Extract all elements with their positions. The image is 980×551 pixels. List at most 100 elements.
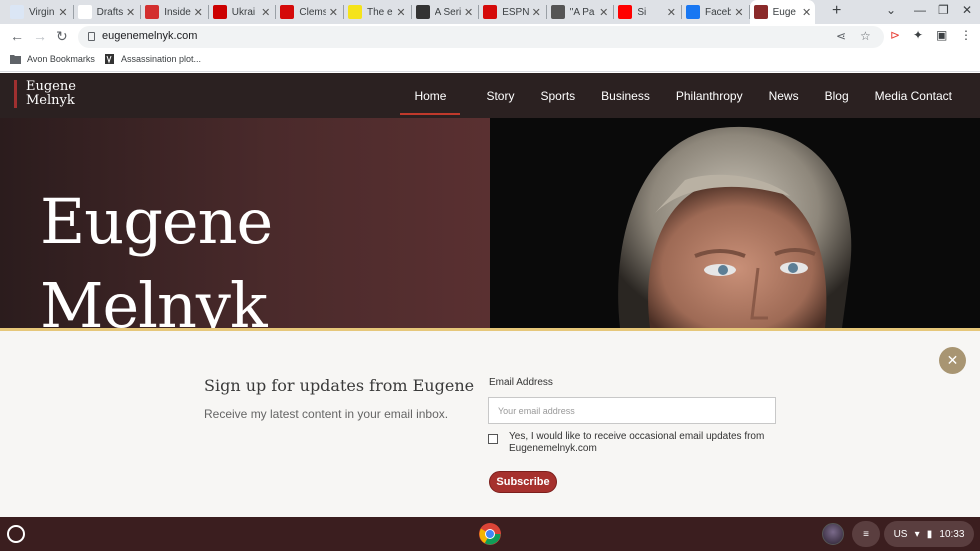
consent-label-line-2: Eugenemelnyk.com bbox=[509, 443, 597, 454]
browser-tab[interactable]: A Seri ✕ bbox=[412, 2, 478, 22]
tab-title: Euge bbox=[772, 6, 796, 18]
browser-tab[interactable]: Euge ✕ bbox=[749, 0, 816, 24]
close-tab-icon[interactable]: ✕ bbox=[802, 6, 811, 19]
url-text[interactable]: eugenemelnyk.com bbox=[102, 30, 197, 42]
tab-title: Virgin bbox=[29, 6, 55, 18]
browser-tab[interactable]: "A Pa ✕ bbox=[547, 2, 613, 22]
nav-sports[interactable]: Sports bbox=[540, 83, 575, 109]
tab-title: Drafts bbox=[96, 6, 123, 18]
e-logo-icon bbox=[753, 5, 768, 19]
nav-philanthropy[interactable]: Philanthropy bbox=[676, 83, 743, 109]
close-tab-icon[interactable]: ✕ bbox=[261, 6, 270, 19]
hero-title: Eugene Melnyk bbox=[40, 180, 273, 328]
back-icon[interactable]: ← bbox=[10, 28, 24, 44]
espn-icon bbox=[483, 5, 498, 19]
nav-media-contact[interactable]: Media Contact bbox=[875, 83, 952, 109]
forward-icon[interactable]: → bbox=[33, 28, 47, 44]
more-menu-icon[interactable]: ⋮ bbox=[960, 28, 972, 42]
tab-title: Faceb bbox=[705, 6, 732, 18]
bookmark-avon[interactable]: Avon Bookmarks bbox=[10, 54, 95, 64]
address-bar[interactable]: eugenemelnyk.com ⋖ ☆ bbox=[78, 26, 884, 48]
portrait-illustration bbox=[490, 118, 980, 328]
launcher-icon[interactable] bbox=[7, 525, 25, 543]
tab-title: "A Pa bbox=[569, 6, 595, 18]
user-avatar[interactable] bbox=[822, 523, 844, 545]
os-shelf: ≡ US ▾ ▮ 10:33 bbox=[0, 517, 980, 551]
close-tab-icon[interactable]: ✕ bbox=[532, 6, 541, 19]
close-icon: ✕ bbox=[946, 352, 959, 368]
reload-icon[interactable]: ↻ bbox=[56, 28, 68, 45]
close-tab-icon[interactable]: ✕ bbox=[667, 6, 676, 19]
new-tab-button[interactable]: + bbox=[832, 2, 841, 20]
hero-portrait-photo bbox=[490, 118, 980, 328]
browser-tab[interactable]: Clems ✕ bbox=[276, 2, 342, 22]
browser-tab[interactable]: Drafts ✕ bbox=[74, 2, 140, 22]
close-tab-icon[interactable]: ✕ bbox=[194, 6, 203, 19]
close-tab-icon[interactable]: ✕ bbox=[599, 6, 608, 19]
consent-label-line-1: Yes, I would like to receive occasional … bbox=[509, 431, 765, 442]
bookmark-star-icon[interactable]: ☆ bbox=[860, 29, 871, 43]
subscribe-button[interactable]: Subscribe bbox=[489, 471, 557, 493]
clock: 10:33 bbox=[939, 528, 965, 540]
main-nav: Home Story Sports Business Philanthropy News B… bbox=[374, 73, 952, 118]
clock-icon bbox=[550, 5, 565, 19]
lock-icon bbox=[88, 32, 95, 41]
share-icon[interactable]: ⋖ bbox=[836, 29, 846, 43]
browser-tab[interactable]: Inside ✕ bbox=[141, 2, 207, 22]
news-icon bbox=[145, 5, 160, 19]
browser-tab[interactable]: Virgin ✕ bbox=[6, 2, 72, 22]
browser-tab[interactable]: The e ✕ bbox=[344, 2, 410, 22]
tote-icon[interactable]: ≡ bbox=[852, 521, 880, 547]
v-icon bbox=[348, 5, 362, 19]
maximize-icon[interactable]: ❐ bbox=[938, 3, 949, 17]
status-tray[interactable]: US ▾ ▮ 10:33 bbox=[884, 521, 974, 547]
email-input[interactable] bbox=[488, 397, 776, 424]
close-tab-icon[interactable]: ✕ bbox=[464, 6, 473, 19]
tab-title: A Seri bbox=[434, 6, 461, 18]
bookmark-label: Assassination plot... bbox=[121, 54, 202, 64]
consent-checkbox[interactable] bbox=[488, 434, 498, 444]
bookmark-assassination-plot[interactable]: Assassination plot... bbox=[104, 54, 201, 64]
cnn-icon bbox=[212, 5, 227, 19]
film-icon bbox=[415, 5, 430, 19]
minimize-icon[interactable]: — bbox=[914, 3, 926, 17]
close-tab-icon[interactable]: ✕ bbox=[329, 6, 338, 19]
extension-icon[interactable]: ⊳ bbox=[890, 28, 900, 42]
nav-story[interactable]: Story bbox=[486, 83, 514, 109]
close-tab-icon[interactable]: ✕ bbox=[396, 6, 405, 19]
side-panel-icon[interactable]: ▣ bbox=[936, 28, 947, 42]
site-header: Eugene Melnyk Home Story Sports Business Phi… bbox=[0, 73, 980, 118]
wifi-icon: ▾ bbox=[914, 528, 920, 540]
nav-news[interactable]: News bbox=[769, 83, 799, 109]
tab-search-icon[interactable]: ⌄ bbox=[886, 3, 896, 17]
mail-icon bbox=[10, 5, 24, 19]
close-signup-button[interactable]: ✕ bbox=[939, 347, 966, 374]
site-logo[interactable]: Eugene Melnyk bbox=[14, 80, 76, 108]
close-tab-icon[interactable]: ✕ bbox=[126, 6, 135, 19]
close-tab-icon[interactable]: ✕ bbox=[734, 6, 743, 19]
nav-blog[interactable]: Blog bbox=[825, 83, 849, 109]
consent-label[interactable]: Yes, I would like to receive occasional … bbox=[509, 431, 779, 455]
tab-title: The e bbox=[367, 6, 393, 18]
nav-business[interactable]: Business bbox=[601, 83, 650, 109]
hero-title-line-1: Eugene bbox=[40, 185, 273, 258]
close-window-icon[interactable]: ✕ bbox=[962, 3, 972, 17]
hero-text-panel: Eugene Melnyk bbox=[0, 118, 490, 328]
browser-tab[interactable]: Ukrai ✕ bbox=[209, 2, 275, 22]
hero-title-line-2: Melnyk bbox=[40, 269, 268, 328]
close-tab-icon[interactable]: ✕ bbox=[58, 6, 67, 19]
newsletter-signup-panel: ✕ Sign up for updates from Eugene Receiv… bbox=[0, 328, 980, 517]
browser-tab[interactable]: Si ✕ bbox=[614, 2, 680, 22]
facebook-icon bbox=[686, 5, 700, 19]
tab-title: Inside bbox=[164, 6, 191, 18]
chrome-app-icon[interactable] bbox=[478, 522, 502, 546]
browser-tab[interactable]: Faceb ✕ bbox=[682, 2, 748, 22]
browser-tab[interactable]: ESPN ✕ bbox=[479, 2, 545, 22]
logo-line-2: Melnyk bbox=[26, 93, 75, 108]
tab-strip: Virgin ✕ Drafts ✕ Inside ✕ Ukrai ✕ Clems ✕ The e ✕ A… bbox=[0, 0, 980, 24]
extensions-puzzle-icon[interactable]: ✦ bbox=[913, 28, 923, 42]
tab-title: Clems bbox=[299, 6, 326, 18]
tab-title: Ukrai bbox=[231, 6, 256, 18]
nav-home[interactable]: Home bbox=[400, 83, 461, 115]
signup-subtitle: Receive my latest content in your email … bbox=[204, 407, 449, 421]
